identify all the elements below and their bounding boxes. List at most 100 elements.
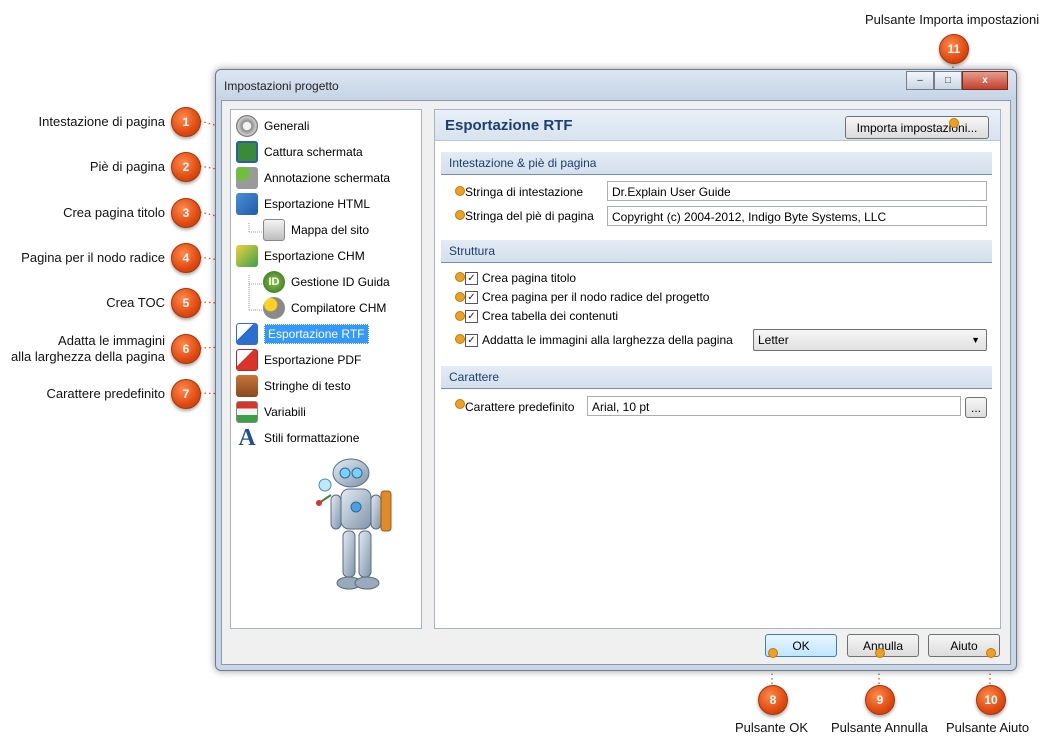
create-toc-checkbox[interactable]: ✓ Crea tabella dei contenuti (465, 309, 618, 323)
annotation-target-dot-9 (875, 648, 885, 658)
footer-string-input[interactable]: Copyright (c) 2004-2012, Indigo Byte Sys… (607, 206, 987, 226)
annotation-target-dot-5 (455, 311, 465, 321)
window-titlebar[interactable]: Impostazioni progetto – □ x (216, 70, 1016, 100)
chm-export-icon (236, 245, 258, 267)
nav-item-pdf[interactable]: Esportazione PDF (236, 349, 361, 371)
annotation-label-6b: alla larghezza della pagina (11, 349, 165, 364)
styles-icon: A (238, 425, 256, 451)
nav-item-generali[interactable]: Generali (236, 115, 309, 137)
nav-label: Variabili (264, 405, 306, 419)
nav-item-cattura[interactable]: Cattura schermata (236, 141, 363, 163)
annotation-label-8: Pulsante OK (735, 720, 808, 735)
close-button[interactable]: x (962, 71, 1008, 90)
nav-item-stringhe[interactable]: Stringhe di testo (236, 375, 351, 397)
page-size-value: Letter (758, 333, 789, 347)
robot-mascot-illustration (316, 458, 392, 590)
annotation-label-11: Pulsante Importa impostazioni (865, 12, 1040, 27)
dropdown-arrow-icon: ▼ (971, 335, 980, 345)
nav-label: Gestione ID Guida (291, 275, 390, 289)
footer-string-label: Stringa del piè di pagina (465, 209, 594, 223)
annotation-badge-1: 1 (171, 107, 201, 137)
nav-label: Mappa del sito (291, 223, 370, 237)
annotation-label-1: Intestazione di pagina (38, 114, 165, 129)
page-size-select[interactable]: Letter ▼ (753, 329, 987, 351)
nav-label: Cattura schermata (264, 145, 363, 159)
annotation-target-dot-7 (455, 399, 465, 409)
nav-label: Compilatore CHM (291, 301, 387, 315)
nav-item-compilatore[interactable]: Compilatore CHM (263, 297, 386, 319)
checkbox-label: Crea pagina titolo (482, 271, 577, 285)
annotation-label-9: Pulsante Annulla (831, 720, 928, 735)
nav-label: Stringhe di testo (264, 379, 351, 393)
header-string-label: Stringa di intestazione (465, 185, 584, 199)
section-title: Struttura (449, 244, 496, 258)
annotation-target-dot-8 (768, 648, 778, 658)
annotation-target-dot-11 (949, 118, 959, 128)
checkbox-label: Crea tabella dei contenuti (482, 309, 619, 323)
nav-label: Generali (264, 119, 310, 133)
checkbox-mark: ✓ (465, 309, 478, 323)
capture-icon (236, 141, 258, 163)
pdf-export-icon (236, 349, 258, 371)
nav-item-html[interactable]: Esportazione HTML (236, 193, 370, 215)
settings-window: Impostazioni progetto – □ x Generali Cat… (215, 69, 1017, 671)
checkbox-mark: ✓ (465, 290, 478, 304)
nav-item-variabili[interactable]: Variabili (236, 401, 306, 423)
annotation-badge-4: 4 (171, 243, 201, 273)
default-font-label: Carattere predefinito (465, 400, 575, 414)
checkbox-mark: ✓ (465, 271, 478, 285)
annotation-badge-6: 6 (171, 334, 201, 364)
html-export-icon (236, 193, 258, 215)
section-structure: Struttura (441, 240, 992, 263)
annotation-badge-11: 11 (939, 34, 969, 64)
nav-item-mappa[interactable]: Mappa del sito (263, 219, 369, 241)
section-title: Intestazione & piè di pagina (449, 156, 597, 170)
annotation-label-10: Pulsante Aiuto (946, 720, 1030, 735)
variables-icon (236, 401, 258, 423)
annotation-badge-5: 5 (171, 288, 201, 318)
nav-item-chm[interactable]: Esportazione CHM (236, 245, 365, 267)
annotation-label-6a: Adatta le immagini (58, 333, 165, 348)
annotation-label-4: Pagina per il nodo radice (21, 250, 165, 265)
font-browse-button[interactable]: ... (965, 397, 987, 418)
default-font-input[interactable]: Arial, 10 pt (587, 396, 961, 416)
annotation-target-dot-4 (455, 292, 465, 302)
nav-item-annotazione[interactable]: Annotazione schermata (236, 167, 390, 189)
fit-images-checkbox[interactable]: ✓ Addatta le immagini alla larghezza del… (465, 333, 733, 347)
annotation-badge-3: 3 (171, 198, 201, 228)
nav-label: Annotazione schermata (264, 171, 391, 185)
import-settings-button[interactable]: Importa impostazioni... (845, 116, 989, 139)
annotation-badge-8: 8 (758, 685, 788, 715)
minimize-button[interactable]: – (906, 71, 934, 90)
annotation-target-dot-6 (455, 334, 465, 344)
annotation-target-dot-3 (455, 272, 465, 282)
nav-label: Esportazione RTF (264, 324, 369, 344)
nav-item-rtf[interactable]: Esportazione RTF (236, 323, 369, 345)
annotation-label-2: Piè di pagina (89, 159, 165, 174)
create-root-page-checkbox[interactable]: ✓ Crea pagina per il nodo radice del pro… (465, 290, 709, 304)
rtf-settings-panel: Esportazione RTF Importa impostazioni...… (434, 109, 1001, 629)
annotation-badge-9: 9 (865, 685, 895, 715)
section-title: Carattere (449, 370, 500, 384)
annotation-label-7: Carattere predefinito (46, 386, 165, 401)
annotation-target-dot-2 (455, 210, 465, 220)
annotation-badge-2: 2 (171, 152, 201, 182)
rtf-export-icon (236, 323, 258, 345)
checkbox-mark: ✓ (465, 333, 478, 347)
nav-label: Stili formattazione (264, 431, 360, 445)
annotation-badge-10: 10 (976, 685, 1006, 715)
maximize-button[interactable]: □ (934, 71, 962, 90)
annotation-icon (236, 167, 258, 189)
create-title-page-checkbox[interactable]: ✓ Crea pagina titolo (465, 271, 576, 285)
nav-item-gestione-id[interactable]: ID Gestione ID Guida (263, 271, 390, 293)
section-header-footer: Intestazione & piè di pagina (441, 152, 992, 175)
compiler-icon (263, 297, 285, 319)
nav-item-stili[interactable]: A Stili formattazione (236, 425, 360, 451)
checkbox-label: Crea pagina per il nodo radice del proge… (482, 290, 710, 304)
header-string-input[interactable]: Dr.Explain User Guide (607, 181, 987, 201)
settings-nav-tree: Generali Cattura schermata Annotazione s… (230, 109, 422, 629)
annotation-label-3: Crea pagina titolo (63, 205, 165, 220)
gear-icon (236, 115, 258, 137)
nav-label: Esportazione CHM (264, 249, 365, 263)
section-font: Carattere (441, 366, 992, 389)
